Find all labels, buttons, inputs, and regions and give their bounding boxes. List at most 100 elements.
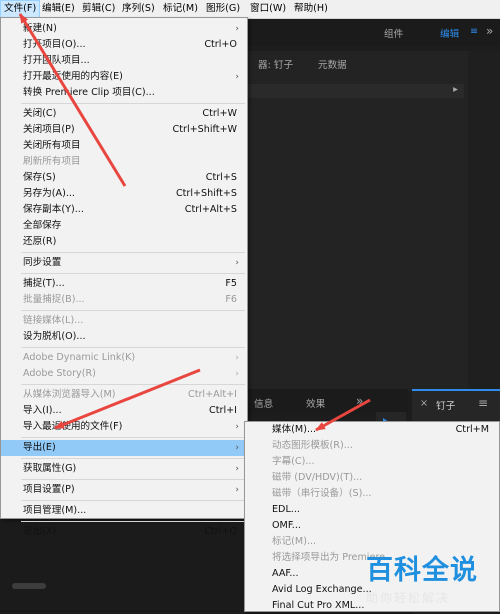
file-menu-item-35[interactable]: 项目设置(P) › [1,482,247,498]
export-menu-item-1: 动态图形模板(R)... [245,438,499,454]
menu-item-label: 打开最近使用的内容(E) [23,71,123,82]
menu-item-label: 退出(X) [23,526,57,537]
file-menu-item-14[interactable]: 还原(R) [1,234,247,250]
export-menu-item-5[interactable]: EDL... [245,502,499,518]
menu-item-label: 关闭所有项目 [23,140,81,151]
menu-edit[interactable]: 编辑(E) [42,0,75,18]
export-menu-item-6[interactable]: OMF... [245,518,499,534]
file-menu-item-10[interactable]: 保存(S) Ctrl+S [1,170,247,186]
submenu-arrow-icon: › [235,369,239,379]
file-menu-item-12[interactable]: 保存副本(Y)... Ctrl+Alt+S [1,202,247,218]
menu-graphics[interactable]: 图形(G) [206,0,240,18]
menu-clip[interactable]: 剪辑(C) [82,0,115,18]
menu-item-label: 字幕(C)... [272,456,315,467]
menu-item-label: 同步设置 [23,257,62,268]
tab-editing[interactable]: 编辑 [440,26,459,40]
menu-item-label: 全部保存 [23,220,62,231]
file-menu-item-22[interactable]: 设为脱机(O)... [1,329,247,345]
file-menu-item-4[interactable]: 转换 Premiere Clip 项目(C)... [1,85,247,101]
timeline-close-icon[interactable]: × [420,398,428,409]
menu-item-label: 另存为(A)... [23,188,75,199]
menu-item-label: EDL... [272,504,300,515]
more-panels-icon[interactable]: » [356,394,363,408]
file-menu-item-37[interactable]: 项目管理(M)... [1,503,247,519]
menu-item-label: 还原(R) [23,236,57,247]
menu-item-label: 保存副本(Y)... [23,204,84,215]
menu-help[interactable]: 帮助(H) [294,0,328,18]
play-arrow-icon[interactable]: ▸ [453,84,458,95]
watermark-logo: 百科全说 [366,555,478,586]
file-menu-item-33[interactable]: 获取属性(G) › [1,461,247,477]
export-menu-item-0[interactable]: 媒体(M)... Ctrl+M [245,422,499,438]
file-menu-item-9: 刷新所有项目 [1,154,247,170]
file-menu-item-2[interactable]: 打开团队项目... [1,53,247,69]
menu-window[interactable]: 窗口(W) [250,0,286,18]
menu-item-shortcut: Ctrl+M [455,424,489,435]
menu-item-label: 刷新所有项目 [23,156,81,167]
workspace-tabbar: 组件 编辑 ≡ » [248,19,500,46]
menu-item-label: 捕捉(T)... [23,278,65,289]
submenu-arrow-icon: › [235,422,239,432]
menu-item-label: 导入(I)... [23,405,62,416]
file-menu: 新建(N) › 打开项目(O)... Ctrl+O 打开团队项目... 打开最近使用的内容… [0,17,248,537]
file-menu-item-31[interactable]: 导出(E) › [1,440,247,456]
menu-item-label: 打开项目(O)... [23,39,86,50]
menu-item-shortcut: Ctrl+Shift+W [172,124,237,135]
menu-item-label: Adobe Dynamic Link(K) [23,352,136,363]
menu-markers[interactable]: 标记(M) [163,0,198,18]
menu-item-label: OMF... [272,520,301,531]
menu-item-label: 获取属性(G) [23,463,77,474]
submenu-arrow-icon: › [235,72,239,82]
menu-item-shortcut: Ctrl+W [202,108,237,119]
tab-info[interactable]: 信息 [254,396,273,410]
timeline-menu-icon[interactable]: ≡ [478,396,488,410]
export-menu-item-3: 磁带 (DV/HDV)(T)... [245,470,499,486]
menu-item-shortcut: Ctrl+Alt+S [184,204,237,215]
file-menu-item-1[interactable]: 打开项目(O)... Ctrl+O [1,37,247,53]
watermark: 百科全说 助你轻松解决 [366,548,494,606]
menu-item-label: 动态图形模板(R)... [272,440,353,451]
file-menu-item-16[interactable]: 同步设置 › [1,255,247,271]
tab-effects[interactable]: 效果 [306,396,325,410]
menu-separator [21,500,245,501]
file-menu-item-18[interactable]: 捕捉(T)... F5 [1,276,247,292]
menu-item-label: 转换 Premiere Clip 项目(C)... [23,87,155,98]
file-menu-item-3[interactable]: 打开最近使用的内容(E) › [1,69,247,85]
menu-item-label: 媒体(M)... [272,424,317,435]
export-menu-item-2: 字幕(C)... [245,454,499,470]
file-menu-item-11[interactable]: 另存为(A)... Ctrl+Shift+S [1,186,247,202]
file-menu-item-39[interactable]: 退出(X) Ctrl+Q [1,524,247,540]
menu-item-label: 关闭(C) [23,108,57,119]
file-menu-item-29[interactable]: 导入最近使用的文件(F) › [1,419,247,435]
file-menu-item-7[interactable]: 关闭项目(P) Ctrl+Shift+W [1,122,247,138]
menu-item-shortcut: Ctrl+I [209,405,237,416]
file-menu-item-13[interactable]: 全部保存 [1,218,247,234]
menu-separator [21,252,245,253]
menu-item-label: 磁带（串行设备）(S)... [272,488,372,499]
submenu-arrow-icon: › [235,443,239,453]
file-menu-item-6[interactable]: 关闭(C) Ctrl+W [1,106,247,122]
menu-file[interactable]: 文件(F) [0,0,40,18]
menu-item-label: 关闭项目(P) [23,124,75,135]
menu-item-label: 磁带 (DV/HDV)(T)... [272,472,363,483]
timeline-title[interactable]: 钉子 [436,398,455,412]
menu-item-shortcut: Ctrl+Q [204,526,237,537]
menu-item-label: 导出(E) [23,442,56,453]
menu-item-shortcut: Ctrl+S [205,172,237,183]
menu-item-shortcut: Ctrl+O [204,39,237,50]
file-menu-item-0[interactable]: 新建(N) › [1,21,247,37]
project-scrollbar[interactable] [12,583,46,589]
tab-assembly[interactable]: 组件 [384,26,403,40]
file-menu-item-28[interactable]: 导入(I)... Ctrl+I [1,403,247,419]
more-workspaces-icon[interactable]: » [486,24,493,38]
source-ruler: ▸ [248,84,464,98]
submenu-arrow-icon: › [235,258,239,268]
tab-source[interactable]: 器: 钉子 [258,57,293,71]
file-menu-item-27: 从媒体浏览器导入(M) Ctrl+Alt+I [1,387,247,403]
tab-menu-icon[interactable]: ≡ [470,26,478,37]
file-menu-item-8[interactable]: 关闭所有项目 [1,138,247,154]
menu-item-label: Avid Log Exchange... [272,584,372,595]
tab-metadata[interactable]: 元数据 [318,57,347,71]
export-menu-item-4: 磁带（串行设备）(S)... [245,486,499,502]
menu-sequence[interactable]: 序列(S) [122,0,155,18]
